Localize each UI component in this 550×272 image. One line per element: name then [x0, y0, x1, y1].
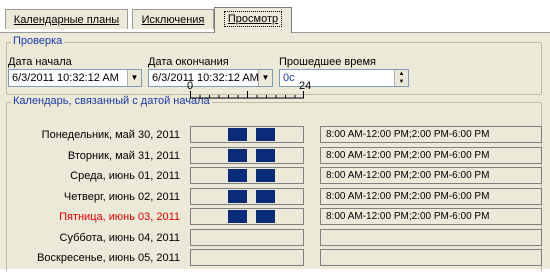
working-time-block — [228, 190, 247, 203]
day-timeline-bar — [190, 147, 304, 164]
calendar-group-title: Календарь, связанный с датой начала — [11, 95, 212, 107]
day-hours-text: 8:00 AM-12:00 PM;2:00 PM-6:00 PM — [320, 208, 542, 225]
day-timeline-bar — [190, 249, 304, 266]
ruler-start-label: 0 — [187, 80, 194, 92]
check-group-title: Проверка — [11, 35, 65, 47]
day-hours-text — [320, 249, 542, 266]
day-label: Суббота, июнь 04, 2011 — [59, 232, 180, 244]
tab-exceptions[interactable]: Исключения — [132, 9, 214, 29]
end-date-label: Дата окончания — [148, 56, 229, 68]
chevron-down-icon[interactable]: ▼ — [258, 70, 272, 86]
tab-view-label: Просмотр — [223, 11, 283, 27]
tab-bar: Календарные планы Исключения Просмотр — [0, 0, 550, 33]
chevron-down-icon[interactable]: ▼ — [127, 70, 141, 86]
day-timeline-bar — [190, 208, 304, 225]
day-label: Понедельник, май 30, 2011 — [41, 129, 180, 141]
working-time-block — [228, 128, 247, 141]
day-timeline-bar — [190, 126, 304, 143]
day-label: Воскресенье, июнь 05, 2011 — [37, 252, 180, 264]
end-date-value: 6/3/2011 10:32:12 AM — [152, 72, 259, 84]
day-label: Четверг, июнь 02, 2011 — [63, 191, 180, 203]
day-label: Пятница, июнь 03, 2011 — [59, 211, 180, 223]
day-timeline-bar — [190, 167, 304, 184]
day-label: Среда, июнь 01, 2011 — [70, 170, 180, 182]
spinner-arrows-icon[interactable]: ▲ ▼ — [394, 70, 408, 86]
working-time-block — [256, 169, 275, 182]
tab-view[interactable]: Просмотр — [214, 7, 292, 33]
start-date-value: 6/3/2011 10:32:12 AM — [12, 72, 119, 84]
day-hours-text — [320, 229, 542, 246]
working-time-block — [256, 190, 275, 203]
working-time-block — [256, 128, 275, 141]
day-timeline-bar — [190, 229, 304, 246]
working-time-block — [228, 169, 247, 182]
day-label: Вторник, май 31, 2011 — [67, 150, 180, 162]
start-date-picker[interactable]: 6/3/2011 10:32:12 AM ▼ — [8, 69, 142, 87]
start-date-label: Дата начала — [8, 56, 72, 68]
working-time-block — [228, 210, 247, 223]
end-date-picker[interactable]: 6/3/2011 10:32:12 AM ▼ — [148, 69, 273, 87]
working-time-block — [256, 149, 275, 162]
elapsed-time-value: 0с — [283, 72, 295, 84]
day-timeline-bar — [190, 188, 304, 205]
day-hours-text: 8:00 AM-12:00 PM;2:00 PM-6:00 PM — [320, 188, 542, 205]
hour-ruler — [190, 91, 304, 99]
working-time-block — [228, 149, 247, 162]
day-hours-text: 8:00 AM-12:00 PM;2:00 PM-6:00 PM — [320, 126, 542, 143]
ruler-end-label: 24 — [299, 80, 312, 92]
tab-calendars[interactable]: Календарные планы — [5, 9, 128, 29]
day-hours-text: 8:00 AM-12:00 PM;2:00 PM-6:00 PM — [320, 147, 542, 164]
elapsed-time-label: Прошедшее время — [279, 56, 376, 68]
working-time-block — [256, 210, 275, 223]
day-hours-text: 8:00 AM-12:00 PM;2:00 PM-6:00 PM — [320, 167, 542, 184]
